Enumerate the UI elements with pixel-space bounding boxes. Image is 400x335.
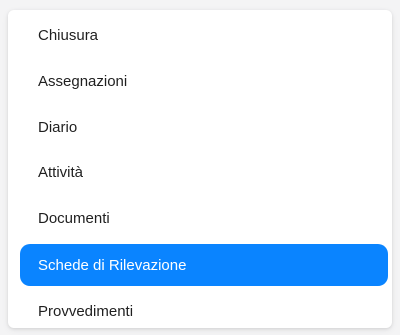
- menu-item-label: Chiusura: [38, 26, 99, 44]
- menu-item-documenti[interactable]: Documenti: [20, 197, 388, 239]
- menu-item-label: Schede di Rilevazione: [38, 256, 187, 274]
- menu-item-chiusura[interactable]: Chiusura: [20, 14, 388, 56]
- menu-item-diario[interactable]: Diario: [20, 106, 388, 148]
- menu-item-attivita[interactable]: Attività: [20, 151, 388, 193]
- menu-item-label: Assegnazioni: [38, 72, 128, 90]
- menu-item-label: Diario: [38, 118, 78, 136]
- menu-item-provvedimenti[interactable]: Provvedimenti: [20, 290, 388, 328]
- menu-item-label: Provvedimenti: [38, 302, 134, 320]
- menu-item-assegnazioni[interactable]: Assegnazioni: [20, 60, 388, 102]
- navigation-panel: Chiusura Assegnazioni Diario Attività Do…: [8, 10, 392, 328]
- menu-item-label: Documenti: [38, 209, 110, 227]
- menu-item-schede-di-rilevazione[interactable]: Schede di Rilevazione: [20, 244, 388, 286]
- menu-item-label: Attività: [38, 163, 84, 181]
